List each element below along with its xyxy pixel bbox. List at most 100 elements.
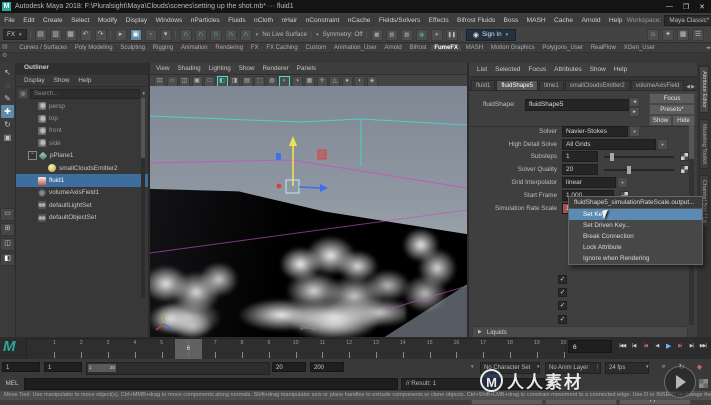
- menu-nhair[interactable]: nHair: [277, 17, 301, 24]
- character-set-dropdown-icon[interactable]: ▼: [470, 364, 474, 369]
- minimize-button[interactable]: —: [666, 3, 673, 11]
- menu-display[interactable]: Display: [121, 17, 151, 24]
- snap-plane-icon[interactable]: ∩: [225, 29, 237, 41]
- step-forward-key-button[interactable]: ▶|: [675, 340, 686, 353]
- fps-dropdown-icon[interactable]: ▼: [645, 364, 649, 369]
- layout-four-pane[interactable]: ⊞: [0, 223, 15, 236]
- context-item-break-connection[interactable]: Break Connection: [569, 231, 702, 242]
- select-object-icon[interactable]: ▣: [130, 29, 142, 41]
- shelf-menu-icons[interactable]: ▤⚙: [2, 44, 12, 62]
- dropdown-arrow-icon[interactable]: ▼: [657, 139, 668, 150]
- snap-surface-icon[interactable]: ∩: [240, 29, 252, 41]
- substeps-slider[interactable]: [604, 156, 674, 158]
- viewport-toolbar-icon-10[interactable]: ◐: [279, 76, 290, 87]
- outliner-item-defaultobjectset[interactable]: defaultObjectSet: [16, 212, 148, 224]
- viewport-toolbar-icon-13[interactable]: ✛: [317, 76, 328, 87]
- lasso-tool[interactable]: ◌: [1, 79, 14, 92]
- shelf-tab-fumefx[interactable]: FumeFX: [431, 45, 461, 51]
- render-icon[interactable]: ▩: [371, 29, 383, 41]
- viewport-toolbar-icon-3[interactable]: ▣: [192, 76, 203, 87]
- high-detail-solve-dropdown[interactable]: All Grids: [562, 139, 656, 150]
- menu-fields-solvers[interactable]: Fields/Solvers: [375, 17, 425, 24]
- map-texture-icon[interactable]: [680, 165, 689, 174]
- shelf-tab-fx[interactable]: FX: [247, 45, 261, 51]
- outliner-item-top[interactable]: top: [16, 112, 148, 124]
- viewport-toolbar-icon-8[interactable]: ⬚: [254, 76, 265, 87]
- selection-mode-selector[interactable]: FX ▼: [3, 29, 27, 40]
- fps-selector[interactable]: 24 fps: [605, 362, 649, 374]
- play-forward-button[interactable]: ▶: [663, 340, 674, 353]
- auto-key-icon[interactable]: ◆: [694, 362, 705, 373]
- snap-point-icon[interactable]: ∩: [210, 29, 222, 41]
- menu-arnold[interactable]: Arnold: [577, 17, 604, 24]
- viewport-toolbar-icon-12[interactable]: ▦: [304, 76, 315, 87]
- render-settings-icon[interactable]: ▧: [401, 29, 413, 41]
- new-scene-icon[interactable]: ▤: [35, 29, 47, 41]
- viewport-menu-shading[interactable]: Shading: [178, 65, 201, 72]
- shelf-tab-rigging[interactable]: Rigging: [149, 45, 176, 51]
- mel-input[interactable]: [24, 378, 398, 390]
- step-back-frame-button[interactable]: |◀: [629, 340, 640, 353]
- shelf-side-icon-0[interactable]: ▤: [2, 44, 12, 51]
- side-tab-attribute-editor[interactable]: Attribute Editor: [699, 66, 709, 113]
- settings-icon[interactable]: ☰: [692, 29, 704, 41]
- presets-button[interactable]: Presets*: [649, 104, 695, 115]
- outliner-search-input[interactable]: Search...: [30, 89, 140, 99]
- ipr-render-icon[interactable]: ▨: [386, 29, 398, 41]
- range-slider-track[interactable]: 120: [86, 362, 270, 375]
- outliner-item-persp[interactable]: persp: [16, 100, 148, 112]
- shelf-tab-fx-caching[interactable]: FX Caching: [263, 45, 301, 51]
- shelf-tab-motion-graphics[interactable]: Motion Graphics: [488, 45, 538, 51]
- live-surface-label[interactable]: No Live Surface: [262, 31, 307, 38]
- redo-icon[interactable]: ↷: [95, 29, 107, 41]
- viewport-toolbar-icon-11[interactable]: ◑: [292, 76, 303, 87]
- ae-tab-fluidshape5[interactable]: fluidShape5: [496, 80, 538, 90]
- viewport-toolbar-icon-6[interactable]: ◨: [229, 76, 240, 87]
- workspace-selector[interactable]: Maya Classic*: [664, 15, 711, 26]
- menu-modify[interactable]: Modify: [94, 17, 122, 24]
- shelf-tab-animation[interactable]: Animation: [178, 45, 211, 51]
- fluidshape-name-field[interactable]: fluidShape5: [525, 99, 633, 111]
- shelf-scroll-arrows[interactable]: ◂▸: [706, 45, 711, 51]
- close-button[interactable]: ✕: [699, 3, 705, 11]
- manipulator-z-plane-handle[interactable]: [276, 153, 281, 160]
- outliner-item-smallcloudsemitter2[interactable]: smallCloudsEmitter2: [16, 162, 148, 174]
- outliner-item-pplane1[interactable]: −pPlane1: [16, 150, 148, 162]
- shelf-tab-custom[interactable]: Custom: [302, 45, 329, 51]
- current-frame-marker[interactable]: 6: [175, 339, 202, 359]
- shelf-tab-curves-surfaces[interactable]: Curves / Surfaces: [16, 45, 70, 51]
- shelf-tab-bifrost[interactable]: Bifrost: [406, 45, 430, 51]
- shelf-tab-realflow[interactable]: RealFlow: [587, 45, 619, 51]
- shelf-tab-mash[interactable]: MASH: [462, 45, 486, 51]
- attribute-checkbox[interactable]: ✓: [558, 315, 567, 324]
- rotate-tool[interactable]: ↻: [1, 118, 14, 131]
- menu-file[interactable]: File: [0, 17, 19, 24]
- move-tool[interactable]: ✚: [1, 105, 14, 118]
- solver-quality-field[interactable]: 20: [562, 164, 598, 175]
- layout-split-pane[interactable]: ◫: [0, 238, 15, 251]
- move-manipulator[interactable]: [150, 86, 467, 337]
- ae-tab-fluid1[interactable]: fluid1: [471, 80, 495, 90]
- select-asset-icon[interactable]: ▾: [160, 29, 172, 41]
- menu-nparticles[interactable]: nParticles: [187, 17, 224, 24]
- viewport-menu-lighting[interactable]: Lighting: [209, 65, 231, 72]
- viewport-toolbar-icon-0[interactable]: ⊡: [154, 76, 165, 87]
- menu-ncloth[interactable]: nCloth: [250, 17, 277, 24]
- outliner-item-fluid1[interactable]: fluid1: [16, 174, 148, 186]
- solver-dropdown[interactable]: Navier-Stokes: [562, 126, 628, 137]
- menu-boss[interactable]: Boss: [499, 17, 522, 24]
- undo-icon[interactable]: ↶: [80, 29, 92, 41]
- ae-menu-help[interactable]: Help: [614, 66, 627, 73]
- animation-end-field[interactable]: 200: [310, 362, 344, 372]
- dropdown-arrow-icon[interactable]: ▼: [617, 177, 628, 188]
- manipulator-y-handle[interactable]: [289, 136, 297, 146]
- play-backwards-button[interactable]: ◀: [652, 340, 663, 353]
- context-item-set-driven-key[interactable]: Set Driven Key...: [569, 220, 702, 231]
- attribute-checkbox[interactable]: ✓: [558, 301, 567, 310]
- shelf-tab-poly-modeling[interactable]: Poly Modeling: [71, 45, 115, 51]
- map-texture-icon[interactable]: [680, 152, 689, 161]
- outliner-item-side[interactable]: side: [16, 137, 148, 149]
- symmetry-selector[interactable]: Symmetry: Off: [323, 31, 363, 38]
- substeps-field[interactable]: 1: [562, 151, 598, 162]
- shelf-tab-sculpting[interactable]: Sculpting: [117, 45, 148, 51]
